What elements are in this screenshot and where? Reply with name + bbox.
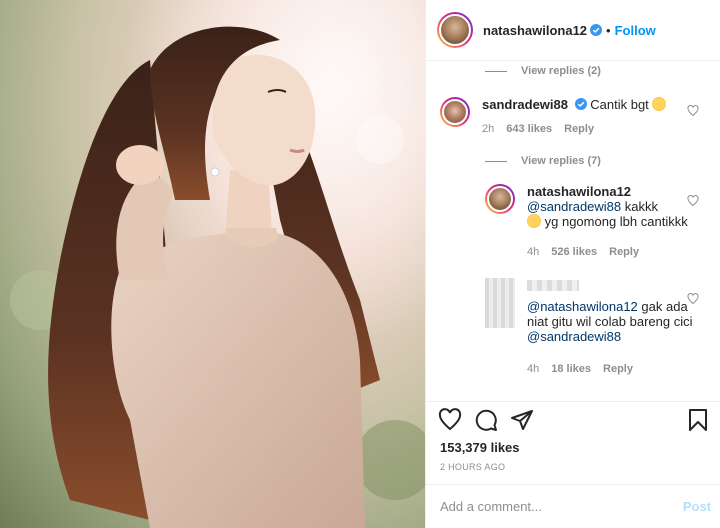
star-struck-emoji-icon: [652, 97, 667, 111]
reply-reply-button[interactable]: Reply: [603, 362, 633, 377]
post-side-panel: natashawilona12 • Follow View replies (2…: [425, 0, 720, 528]
reply-mention-2[interactable]: @sandradewi88: [527, 329, 621, 344]
reply-item: @natashawilona12 gak ada niat gitu wil c…: [485, 278, 697, 377]
smiling-emoji-icon: [527, 214, 541, 228]
verified-badge-icon: [574, 98, 587, 110]
comment-likes[interactable]: 643 likes: [506, 122, 552, 137]
reply-like-heart-icon[interactable]: [687, 293, 699, 305]
redacted-username: [527, 280, 579, 291]
reply-likes[interactable]: 526 likes: [551, 245, 597, 260]
comment-time: 2h: [482, 123, 495, 135]
reply-like-heart-icon[interactable]: [687, 195, 699, 207]
replier-avatar[interactable]: [485, 184, 515, 214]
view-replies-button[interactable]: View replies (2): [485, 65, 601, 77]
post-likes-count[interactable]: 153,379 likes: [440, 440, 520, 455]
author-avatar[interactable]: [437, 12, 473, 48]
comment-text: Cantik bgt: [590, 97, 649, 112]
view-replies-label: View replies (7): [521, 155, 601, 167]
heart-icon[interactable]: [438, 408, 462, 432]
verified-badge-icon: [590, 24, 603, 36]
reply-text-a: kakkk: [624, 199, 659, 214]
reply-text-b: yg ngomong lbh cantikkk: [544, 214, 688, 229]
post-comment-button[interactable]: Post: [683, 499, 711, 514]
view-replies-button[interactable]: View replies (7): [485, 155, 601, 167]
reply-mention[interactable]: @sandradewi88: [527, 199, 621, 214]
reply-likes[interactable]: 18 likes: [551, 362, 591, 377]
author-username[interactable]: natashawilona12: [483, 23, 587, 38]
post-actions: 153,379 likes 2 HOURS AGO: [426, 401, 720, 472]
post-timestamp: 2 HOURS AGO: [440, 462, 506, 472]
replies-divider: [485, 70, 507, 72]
comments-list[interactable]: View replies (2) sandradewi88 Cantik bgt…: [426, 61, 720, 401]
reply-mention[interactable]: @natashawilona12: [527, 299, 638, 314]
comment-item: sandradewi88 Cantik bgt 2h 643 likes Rep…: [440, 97, 667, 137]
comment-icon[interactable]: [474, 408, 498, 432]
comment-reply-button[interactable]: Reply: [564, 122, 594, 137]
commenter-username[interactable]: sandradewi88: [482, 97, 568, 112]
add-comment-bar: Post: [426, 484, 720, 528]
replies-divider: [485, 160, 507, 162]
share-icon[interactable]: [510, 408, 534, 432]
add-comment-input[interactable]: [440, 499, 683, 514]
reply-time: 4h: [527, 246, 540, 258]
commenter-avatar[interactable]: [440, 97, 470, 127]
follow-button[interactable]: Follow: [615, 23, 656, 38]
photo-illustration: [0, 0, 425, 528]
reply-reply-button[interactable]: Reply: [609, 245, 639, 260]
reply-time: 4h: [527, 363, 540, 375]
view-replies-label: View replies (2): [521, 65, 601, 77]
post-photo[interactable]: [0, 0, 425, 528]
replier-username[interactable]: natashawilona12: [527, 184, 631, 199]
redacted-avatar: [485, 278, 515, 328]
post-header: natashawilona12 • Follow: [426, 0, 720, 61]
bookmark-icon[interactable]: [686, 408, 710, 432]
header-separator: •: [606, 22, 611, 38]
reply-item: natashawilona12 @sandradewi88 kakkk yg n…: [485, 184, 697, 260]
comment-like-heart-icon[interactable]: [687, 105, 699, 117]
